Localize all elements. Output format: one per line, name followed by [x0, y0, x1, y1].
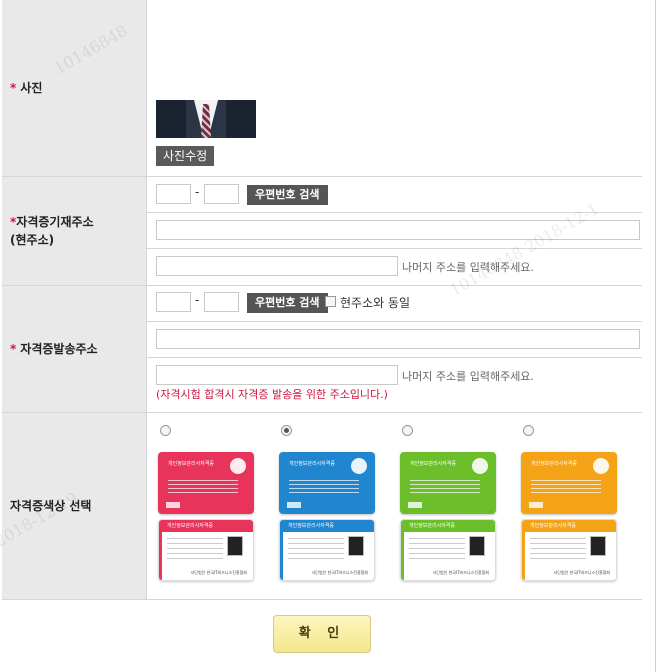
delivery-zip-search-button[interactable]: 우편번호 검색 [247, 293, 328, 313]
card-badge [287, 502, 301, 508]
card-text-lines [531, 480, 601, 494]
card-front-orange[interactable]: 개인정보관리사자격증 [521, 452, 617, 514]
delivery-address1-line [147, 322, 642, 358]
card-color-row: 자격증색상 선택 개인정보관리사자격증 개인정보관리사자격증 사단법인 한국IT비즈… [2, 413, 642, 600]
delivery-address-row: * 자격증발송주소 - 우편번호 검색 현주소와 동일 나머지 주소를 입력해주… [2, 286, 642, 413]
card-stripe [522, 532, 525, 580]
license-address2-input[interactable] [156, 256, 398, 276]
card-title: 개인정보관리사자격증 [168, 461, 215, 467]
confirm-button[interactable]: 확 인 [273, 615, 371, 653]
card-photo [469, 536, 485, 556]
card-issuer: 사단법인 한국IT비즈니스진흥협회 [432, 570, 489, 575]
card-text-lines [288, 538, 344, 560]
card-title: 개인정보관리사자격증 [530, 523, 577, 529]
card-title: 개인정보관리사자격증 [289, 461, 336, 467]
delivery-detail-hint: 나머지 주소를 입력해주세요. [402, 370, 534, 383]
profile-photo [156, 100, 256, 138]
card-text-lines [530, 538, 586, 560]
card-header: 개인정보관리사자격증 [280, 520, 374, 532]
card-back-orange[interactable]: 개인정보관리사자격증사단법인 한국IT비즈니스진흥협회 [521, 519, 617, 581]
license-address-label: 자격증기재주소 [16, 215, 94, 229]
card-header: 개인정보관리사자격증 [401, 520, 495, 532]
card-stripe [280, 532, 283, 580]
card-title: 개인정보관리사자격증 [531, 461, 578, 467]
same-as-current-label[interactable]: 현주소와 동일 [340, 294, 410, 311]
license-zip-line: - 우편번호 검색 [147, 177, 642, 213]
card-color-radio-orange[interactable] [523, 425, 534, 436]
card-back-green[interactable]: 개인정보관리사자격증사단법인 한국IT비즈니스진흥협회 [400, 519, 496, 581]
card-header: 개인정보관리사자격증 [522, 520, 616, 532]
card-front-green[interactable]: 개인정보관리사자격증 [400, 452, 496, 514]
card-color-radio-green[interactable] [402, 425, 413, 436]
card-photo [227, 536, 243, 556]
delivery-address-label-cell: * 자격증발송주소 [2, 286, 147, 412]
license-address-sublabel: (현주소) [10, 233, 55, 247]
card-photo [590, 536, 606, 556]
card-badge [166, 502, 180, 508]
card-issuer: 사단법인 한국IT비즈니스진흥협회 [190, 570, 247, 575]
card-title: 개인정보관리사자격증 [288, 523, 335, 529]
card-back-red[interactable]: 개인정보관리사자격증사단법인 한국IT비즈니스진흥협회 [158, 519, 254, 581]
card-text-lines [168, 480, 238, 494]
required-mark: * [10, 81, 17, 95]
card-logo-icon [593, 458, 609, 474]
delivery-zip2-input[interactable] [204, 292, 239, 312]
application-form: * 사진 사진수정 *자격증기재주소 (현주소) - 우편번호 검색 나머지 주… [2, 0, 642, 600]
photo-cell: 사진수정 [147, 0, 642, 176]
card-logo-icon [230, 458, 246, 474]
card-text-lines [409, 538, 465, 560]
card-logo-icon [351, 458, 367, 474]
card-stripe [401, 532, 404, 580]
card-issuer: 사단법인 한국IT비즈니스진흥협회 [311, 570, 368, 575]
zip-dash: - [195, 185, 200, 199]
zip-dash: - [195, 293, 200, 307]
card-header: 개인정보관리사자격증 [159, 520, 253, 532]
card-text-lines [289, 480, 359, 494]
card-front-red[interactable]: 개인정보관리사자격증 [158, 452, 254, 514]
card-text-lines [410, 480, 480, 494]
card-color-radio-red[interactable] [160, 425, 171, 436]
delivery-address-cell: - 우편번호 검색 현주소와 동일 나머지 주소를 입력해주세요. (자격시험 … [147, 286, 642, 412]
license-address-label-cell: *자격증기재주소 (현주소) [2, 177, 147, 285]
delivery-address1-input[interactable] [156, 329, 640, 349]
delivery-address2-line: 나머지 주소를 입력해주세요. (자격시험 합격시 자격증 발송을 위한 주소입… [147, 358, 642, 412]
card-back-blue[interactable]: 개인정보관리사자격증사단법인 한국IT비즈니스진흥협회 [279, 519, 375, 581]
card-stripe [159, 532, 162, 580]
photo-label-cell: * 사진 [2, 0, 147, 176]
delivery-address-label: 자격증발송주소 [20, 342, 98, 356]
delivery-address2-input[interactable] [156, 365, 398, 385]
card-color-options: 개인정보관리사자격증 개인정보관리사자격증 사단법인 한국IT비즈니스진흥협회 개인정… [147, 413, 642, 599]
license-address2-line: 나머지 주소를 입력해주세요. [147, 249, 642, 285]
card-issuer: 사단법인 한국IT비즈니스진흥협회 [553, 570, 610, 575]
delivery-zip1-input[interactable] [156, 292, 191, 312]
card-badge [408, 502, 422, 508]
card-front-blue[interactable]: 개인정보관리사자격증 [279, 452, 375, 514]
license-zip2-input[interactable] [204, 184, 239, 204]
delivery-address-note: (자격시험 합격시 자격증 발송을 위한 주소입니다.) [156, 388, 388, 401]
card-color-radio-blue[interactable] [281, 425, 292, 436]
card-logo-icon [472, 458, 488, 474]
page-border [655, 0, 656, 672]
required-mark: * [10, 342, 17, 356]
card-photo [348, 536, 364, 556]
license-zip-search-button[interactable]: 우편번호 검색 [247, 185, 328, 205]
same-as-current-checkbox[interactable] [325, 296, 336, 307]
card-title: 개인정보관리사자격증 [409, 523, 456, 529]
card-text-lines [167, 538, 223, 560]
photo-edit-button[interactable]: 사진수정 [156, 146, 215, 166]
delivery-zip-line: - 우편번호 검색 현주소와 동일 [147, 286, 642, 322]
photo-label: 사진 [20, 81, 43, 95]
card-badge [529, 502, 543, 508]
card-title: 개인정보관리사자격증 [167, 523, 214, 529]
photo-row: * 사진 사진수정 [2, 0, 642, 177]
license-zip1-input[interactable] [156, 184, 191, 204]
card-title: 개인정보관리사자격증 [410, 461, 457, 467]
